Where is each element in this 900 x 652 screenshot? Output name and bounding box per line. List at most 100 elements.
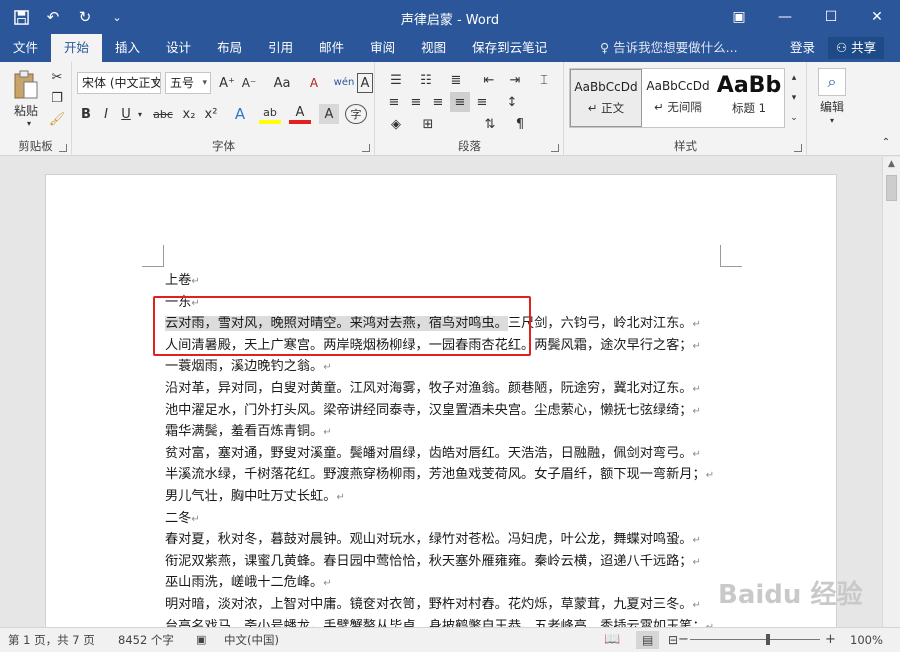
document-paragraph[interactable]: 明对暗，淡对浓，上智对中庸。镜奁对衣笥，野杵对村舂。花灼烁，草蒙茸，九夏对三冬。… xyxy=(165,595,725,617)
clipboard-launcher-icon[interactable] xyxy=(59,144,67,152)
web-layout-icon[interactable]: ⊟ xyxy=(668,628,678,652)
font-name-select[interactable]: 宋体 (中文正文) ▾ xyxy=(77,72,161,94)
borders-icon[interactable]: ⊞ xyxy=(416,114,440,134)
document-paragraph[interactable]: 沿对革，异对同，白叟对黄童。江风对海雾，牧子对渔翁。颜巷陋，阮途穷，冀北对辽东。… xyxy=(165,379,725,401)
zoom-slider[interactable] xyxy=(690,639,820,640)
numbering-icon[interactable]: ☷ xyxy=(414,70,438,90)
tab-5[interactable]: 引用 xyxy=(255,34,306,62)
ribbon-display-options-icon[interactable]: ▣ xyxy=(716,0,762,34)
style-no-spacing[interactable]: AaBbCcDd ↵ 无间隔 xyxy=(642,69,714,127)
tell-me-search[interactable]: ♀ 告诉我您想要做什么... xyxy=(600,34,738,62)
format-painter-icon[interactable]: 🖌 xyxy=(48,110,66,128)
tab-7[interactable]: 审阅 xyxy=(357,34,408,62)
tab-6[interactable]: 邮件 xyxy=(306,34,357,62)
page-count[interactable]: 第 1 页，共 7 页 xyxy=(8,628,95,652)
zoom-out-button[interactable]: − xyxy=(678,628,689,652)
show-marks-icon[interactable]: ¶ xyxy=(508,114,532,134)
bullets-icon[interactable]: ☰ xyxy=(384,70,408,90)
scroll-up-icon[interactable]: ▲ xyxy=(883,159,900,169)
italic-button[interactable]: I xyxy=(97,104,115,124)
tab-9[interactable]: 保存到云笔记 xyxy=(459,34,560,62)
document-paragraph[interactable]: 二冬↵ xyxy=(165,509,725,531)
document-paragraph[interactable]: 贫对富，塞对通，野叟对溪童。鬓皤对眉绿，齿皓对唇红。天浩浩，日融融，佩剑对弯弓。… xyxy=(165,444,725,466)
paste-dropdown-icon[interactable]: ▾ xyxy=(24,118,34,128)
read-mode-icon[interactable]: 📖 xyxy=(604,628,620,652)
font-size-select[interactable]: 五号 ▾ xyxy=(165,72,211,94)
align-center-icon[interactable]: ≡ xyxy=(406,92,426,112)
justify-icon[interactable]: ≡ xyxy=(450,92,470,112)
increase-indent-icon[interactable]: ⇥ xyxy=(504,70,526,90)
styles-scroll-up-icon[interactable]: ▴ xyxy=(787,68,801,88)
copy-icon[interactable]: ❐ xyxy=(48,89,66,107)
sort-icon[interactable]: ⇅ xyxy=(478,114,502,134)
tab-4[interactable]: 布局 xyxy=(204,34,255,62)
save-icon[interactable] xyxy=(8,6,34,28)
document-paragraph[interactable]: 台高名戏马，斋小号蟠龙。手擘蟹螯从毕卓，身披鹤氅自王恭。五老峰高，秀插云霄如玉笔… xyxy=(165,617,725,628)
bold-button[interactable]: B xyxy=(77,104,95,124)
styles-more-icon[interactable]: ⌄ xyxy=(787,108,801,128)
grow-font-icon[interactable]: A⁺ xyxy=(217,73,237,93)
document-paragraph[interactable]: 池中濯足水，门外打头风。梁帝讲经同泰寺，汉皇置酒未央宫。尘虑萦心，懒抚七弦绿绮；… xyxy=(165,401,725,423)
document-paragraph[interactable]: 一蓑烟雨，溪边晚钓之翁。↵ xyxy=(165,357,725,379)
word-count[interactable]: 8452 个字 xyxy=(118,628,174,652)
undo-icon[interactable]: ↶ xyxy=(40,6,66,28)
distributed-icon[interactable]: ≡ xyxy=(472,92,492,112)
customize-qat-icon[interactable]: ⌄ xyxy=(104,6,130,28)
styles-launcher-icon[interactable] xyxy=(794,144,802,152)
tab-1[interactable]: 开始 xyxy=(51,34,103,62)
document-paragraph[interactable]: 上卷↵ xyxy=(165,271,725,293)
tab-3[interactable]: 设计 xyxy=(153,34,204,62)
minimize-button[interactable]: — xyxy=(762,0,808,34)
document-paragraph[interactable]: 衔泥双紫燕，课蜜几黄蜂。春日园中莺恰恰，秋天塞外雁雍雍。秦岭云横，迢递八千远路；… xyxy=(165,552,725,574)
document-paragraph[interactable]: 巫山雨洗，嵯峨十二危峰。↵ xyxy=(165,573,725,595)
phonetic-guide-icon[interactable]: wén xyxy=(331,71,357,93)
share-button[interactable]: ⚇ 共享 xyxy=(828,37,885,59)
subscript-button[interactable]: x₂ xyxy=(179,104,199,124)
close-button[interactable]: ✕ xyxy=(854,0,900,34)
paste-label[interactable]: 粘贴 xyxy=(6,102,46,118)
chinese-layout-icon[interactable]: ⌶ xyxy=(532,70,556,90)
document-paragraph[interactable]: 一东↵ xyxy=(165,293,725,315)
strikethrough-button[interactable]: abc xyxy=(149,104,177,124)
redo-icon[interactable]: ↻ xyxy=(72,6,98,28)
maximize-button[interactable]: ☐ xyxy=(808,0,854,34)
proofing-icon[interactable]: ▣ xyxy=(196,628,206,652)
clear-formatting-icon[interactable]: A xyxy=(303,73,325,93)
find-icon[interactable]: ⌕ xyxy=(818,68,846,96)
shading-icon[interactable]: ◈ xyxy=(384,114,408,134)
character-border-icon[interactable]: A xyxy=(357,73,373,93)
font-launcher-icon[interactable] xyxy=(362,144,370,152)
document-body[interactable]: 上卷↵ 一东↵ 云对雨，雪对风，晚照对晴空。来鸿对去燕，宿鸟对鸣虫。三尺剑，六钧弓，… xyxy=(165,271,725,627)
paragraph-launcher-icon[interactable] xyxy=(551,144,559,152)
style-heading-1[interactable]: AaBb 标题 1 xyxy=(714,69,784,127)
tab-8[interactable]: 视图 xyxy=(408,34,459,62)
editing-button[interactable]: 编辑 xyxy=(812,98,852,114)
align-left-icon[interactable]: ≡ xyxy=(384,92,404,112)
document-paragraph[interactable]: 男儿气壮，胸中吐万丈长虹。↵ xyxy=(165,487,725,509)
paste-icon[interactable] xyxy=(8,68,44,102)
zoom-slider-thumb[interactable] xyxy=(766,634,770,645)
underline-button[interactable]: U xyxy=(117,104,135,124)
zoom-level[interactable]: 100% xyxy=(850,628,883,652)
shrink-font-icon[interactable]: A⁻ xyxy=(239,73,259,93)
vertical-scrollbar[interactable]: ▲ xyxy=(882,157,900,627)
language-indicator[interactable]: 中文(中国) xyxy=(224,628,279,652)
highlight-color-icon[interactable]: ab xyxy=(259,104,281,124)
enclose-characters-icon[interactable]: 字 xyxy=(345,104,367,124)
zoom-in-button[interactable]: + xyxy=(825,628,836,652)
document-paragraph[interactable]: 霜华满鬓，羞看百炼青铜。↵ xyxy=(165,422,725,444)
decrease-indent-icon[interactable]: ⇤ xyxy=(478,70,500,90)
document-paragraph[interactable]: 云对雨，雪对风，晚照对晴空。来鸿对去燕，宿鸟对鸣虫。三尺剑，六钧弓，岭北对江东。… xyxy=(165,314,725,336)
text-effects-icon[interactable]: A xyxy=(229,104,251,124)
document-page[interactable]: 上卷↵ 一东↵ 云对雨，雪对风，晚照对晴空。来鸿对去燕，宿鸟对鸣虫。三尺剑，六钧弓，… xyxy=(45,174,837,627)
collapse-ribbon-icon[interactable]: ⌃ xyxy=(878,134,894,150)
align-right-icon[interactable]: ≡ xyxy=(428,92,448,112)
font-color-icon[interactable]: A xyxy=(289,104,311,124)
tab-2[interactable]: 插入 xyxy=(102,34,153,62)
multilevel-list-icon[interactable]: ≣ xyxy=(444,70,468,90)
cut-icon[interactable]: ✂ xyxy=(48,68,66,86)
underline-dropdown-icon[interactable]: ▾ xyxy=(135,104,145,124)
editing-dropdown-icon[interactable]: ▾ xyxy=(826,114,838,126)
change-case-icon[interactable]: Aa xyxy=(267,73,297,93)
superscript-button[interactable]: x² xyxy=(201,104,221,124)
